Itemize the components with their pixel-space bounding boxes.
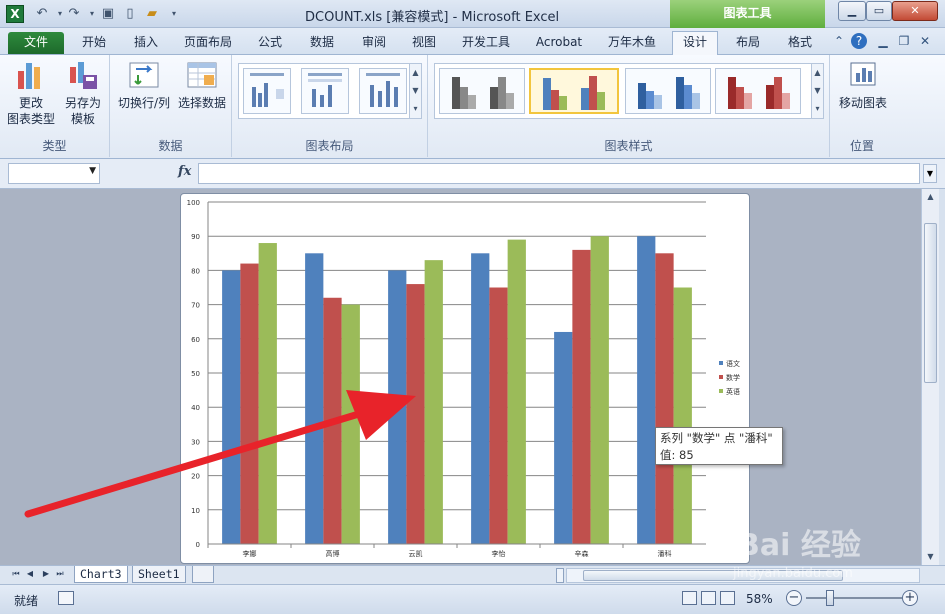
last-sheet-icon[interactable]: ⏭ bbox=[54, 569, 66, 579]
horizontal-scrollbar[interactable] bbox=[566, 568, 920, 583]
first-sheet-icon[interactable]: ⏮ bbox=[10, 569, 22, 579]
status-ready: 就绪 bbox=[14, 594, 39, 608]
zoom-slider-track[interactable] bbox=[806, 597, 902, 599]
excel-window: X ↶ ▾ ↷ ▾ ▣ ▯ ▰ ▾ DCOUNT.xls [兼容模式] - Mi… bbox=[0, 0, 945, 614]
zoom-in-button[interactable]: + bbox=[902, 590, 918, 606]
zoom-level[interactable]: 58% bbox=[746, 592, 773, 606]
zoom-slider-thumb[interactable] bbox=[826, 590, 834, 606]
red-arrow-annotation bbox=[24, 390, 416, 518]
status-bar: 就绪 58% − + bbox=[0, 584, 945, 614]
next-sheet-icon[interactable]: ▶ bbox=[40, 569, 52, 578]
insert-sheet-icon[interactable] bbox=[192, 566, 214, 583]
zoom-out-button[interactable]: − bbox=[786, 590, 802, 606]
sheet-tabs-bar: ⏮ ◀ ▶ ⏭ Chart3 Sheet1 bbox=[0, 565, 945, 584]
page-layout-view-button[interactable] bbox=[701, 591, 716, 605]
prev-sheet-icon[interactable]: ◀ bbox=[24, 569, 36, 578]
tab-split-handle[interactable] bbox=[556, 568, 564, 583]
sheet-tab-sheet1[interactable]: Sheet1 bbox=[132, 566, 186, 583]
normal-view-button[interactable] bbox=[682, 591, 697, 605]
sheet-tab-chart3[interactable]: Chart3 bbox=[74, 566, 128, 583]
horizontal-scroll-thumb[interactable] bbox=[583, 570, 843, 581]
macro-record-icon[interactable] bbox=[58, 591, 74, 605]
page-break-view-button[interactable] bbox=[720, 591, 735, 605]
